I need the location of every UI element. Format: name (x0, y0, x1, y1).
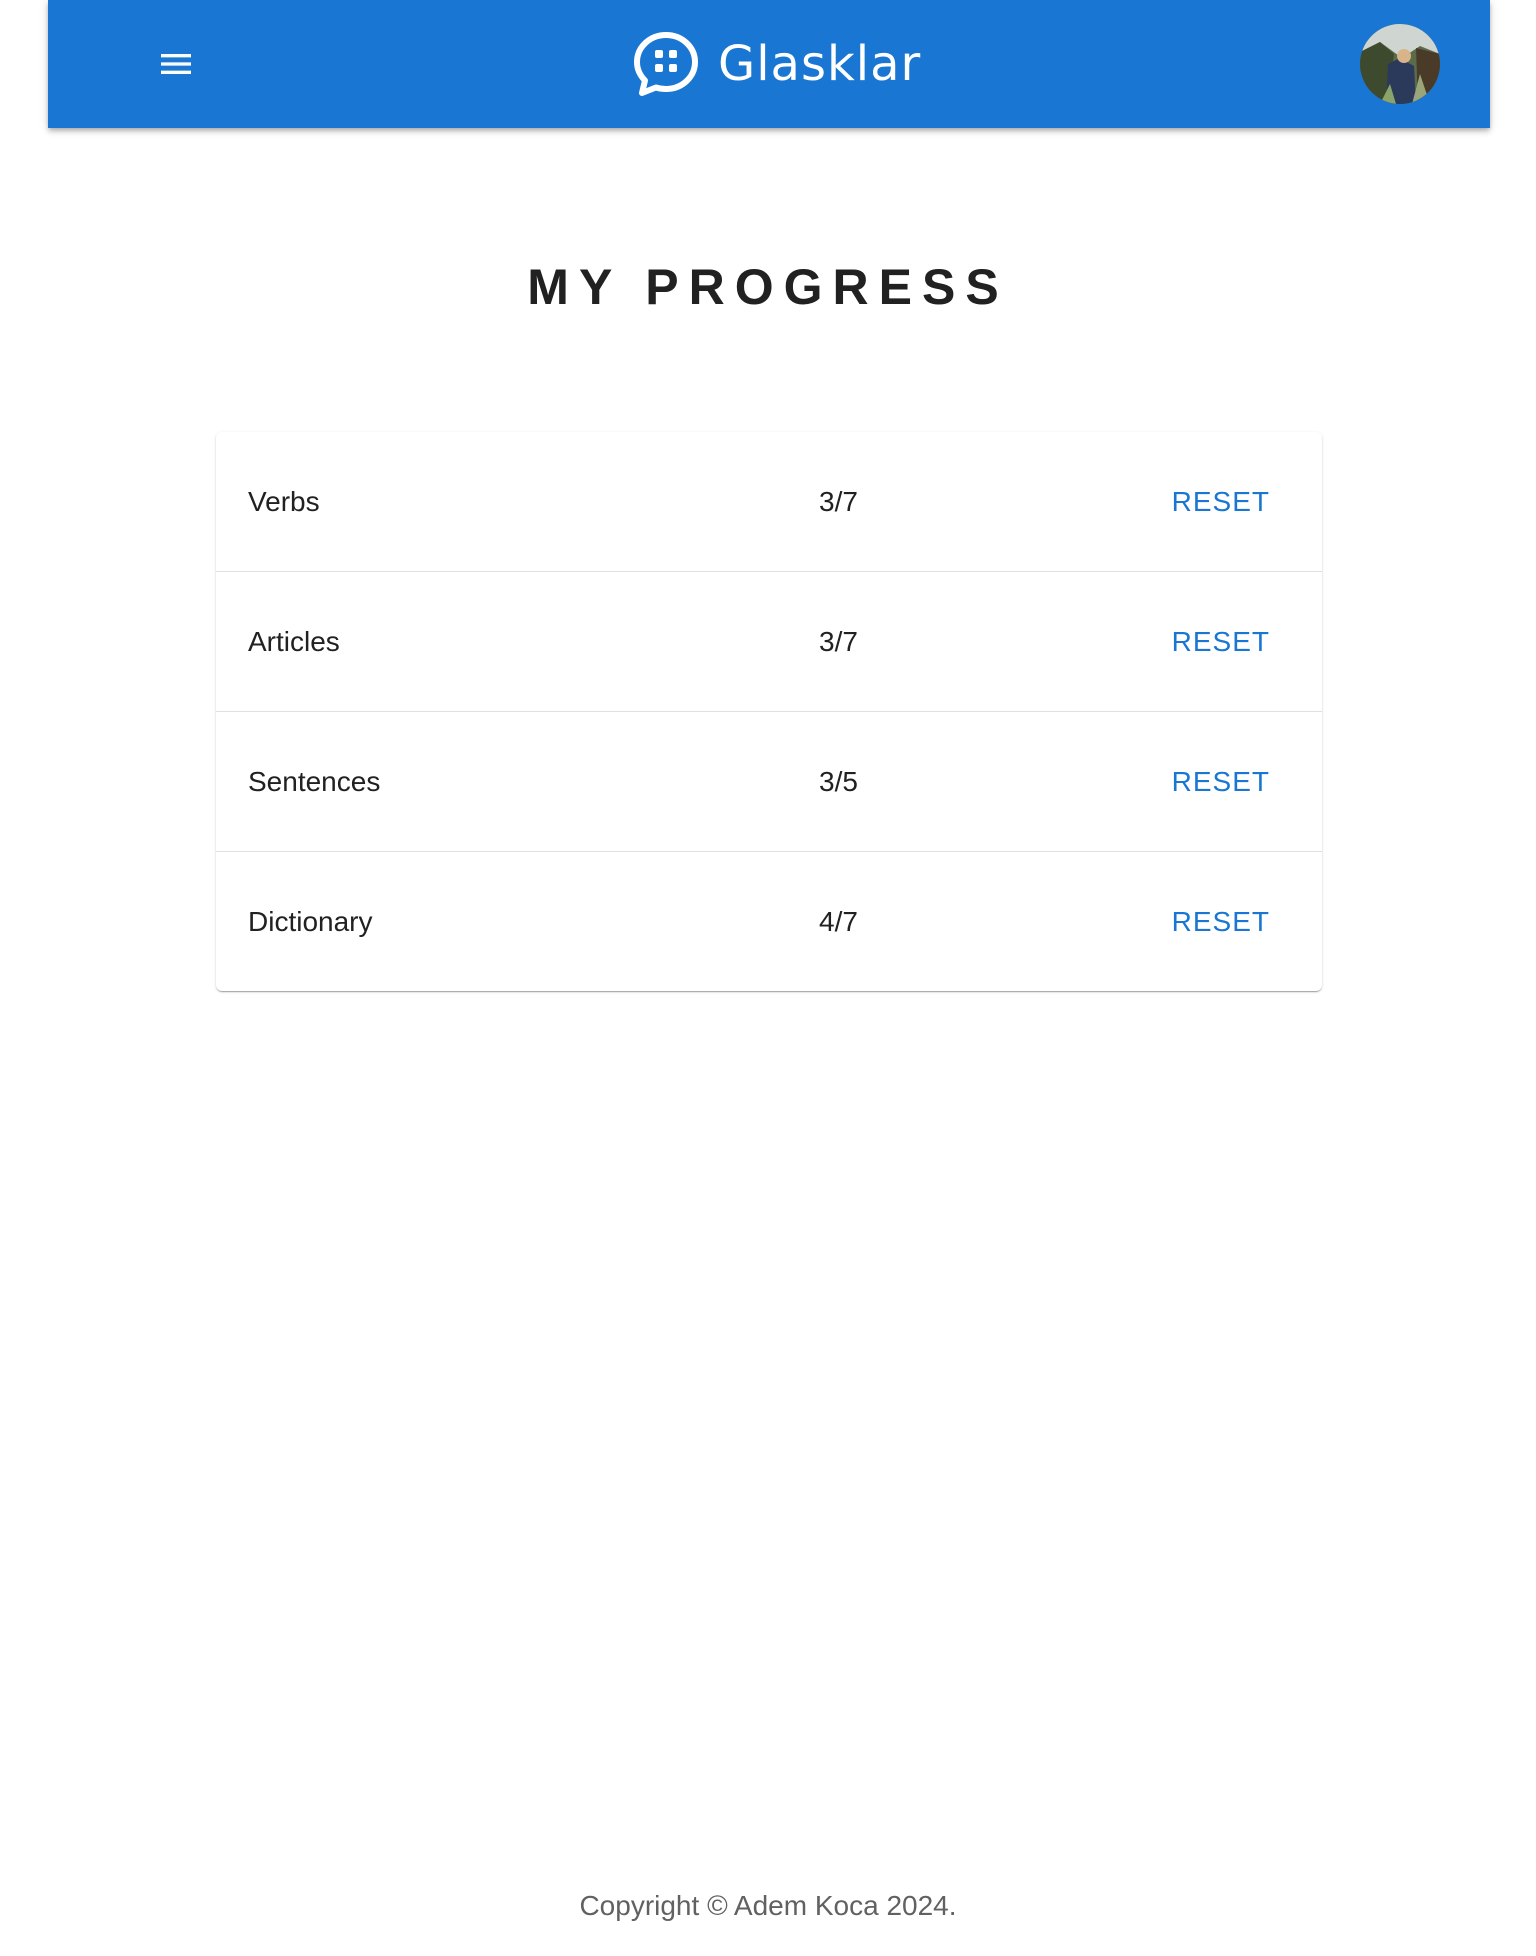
reset-button-sentences[interactable]: RESET (1168, 758, 1274, 806)
row-score: 3/5 (819, 765, 858, 797)
avatar-photo (1360, 24, 1440, 104)
app-bar: Glasklar (48, 0, 1490, 128)
row-score: 3/7 (819, 485, 858, 517)
progress-row-dictionary: Dictionary 4/7 RESET (216, 852, 1322, 991)
row-score: 3/7 (819, 625, 858, 657)
row-score: 4/7 (819, 905, 858, 937)
row-label: Dictionary (248, 905, 373, 937)
hamburger-menu-icon (161, 54, 191, 74)
row-label: Articles (248, 625, 340, 657)
menu-button[interactable] (156, 44, 196, 84)
footer: Copyright © Adem Koca 2024. (0, 1890, 1536, 1922)
reset-button-verbs[interactable]: RESET (1168, 478, 1274, 526)
page-title: MY PROGRESS (527, 259, 1009, 315)
brand-title: Glasklar (718, 36, 922, 92)
progress-row-verbs: Verbs 3/7 RESET (216, 432, 1322, 572)
row-label: Sentences (248, 765, 381, 797)
user-avatar[interactable] (1360, 24, 1440, 104)
progress-row-articles: Articles 3/7 RESET (216, 572, 1322, 712)
progress-row-sentences: Sentences 3/5 RESET (216, 712, 1322, 852)
reset-button-articles[interactable]: RESET (1168, 618, 1274, 666)
copyright-text: Copyright © Adem Koca 2024. (579, 1890, 957, 1921)
reset-button-dictionary[interactable]: RESET (1168, 898, 1274, 946)
brand[interactable]: Glasklar (632, 28, 921, 100)
row-label: Verbs (248, 485, 320, 517)
progress-card: Verbs 3/7 RESET Articles 3/7 RESET Sente… (216, 432, 1322, 991)
chat-bubble-logo-icon (634, 32, 698, 96)
